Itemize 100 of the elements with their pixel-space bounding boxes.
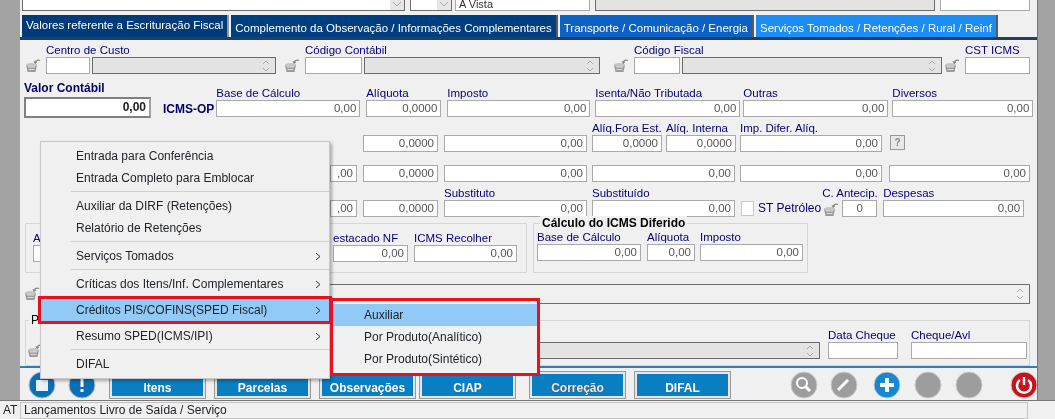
field-label: Alíq.Fora Est. <box>592 122 662 135</box>
caret-icon[interactable] <box>437 0 451 10</box>
field-label: Data Cheque <box>828 329 897 342</box>
input-field[interactable]: ,00 <box>330 165 357 182</box>
input-field[interactable]: 0,00 <box>892 100 1034 117</box>
tab[interactable]: Valores referente a Escrituração Fiscal <box>22 15 230 37</box>
input-field[interactable]: 0,0000 <box>366 100 442 117</box>
menu-item[interactable]: Auxiliar da DIRF (Retenções) <box>41 195 329 217</box>
input-field[interactable]: 0,00 <box>700 244 803 261</box>
menu-item[interactable]: Entrada Completo para Emblocar <box>41 167 329 189</box>
input-field[interactable]: 0,00 <box>592 200 735 217</box>
input-field[interactable]: 0,0000 <box>363 200 438 217</box>
tab[interactable]: Transporte / Comunicação / Energia <box>559 15 754 37</box>
input-field[interactable]: 0,0000 <box>363 165 438 182</box>
input-field[interactable] <box>828 342 898 359</box>
field-label: Valor Contábil <box>24 82 106 95</box>
spin-field[interactable] <box>682 57 942 74</box>
spinner-icon[interactable] <box>261 58 271 73</box>
field-label: Despesas <box>883 187 936 200</box>
input-field[interactable]: 0,00 <box>883 200 1025 217</box>
spinner-icon[interactable] <box>1015 287 1025 301</box>
input-field[interactable]: 0,00 <box>333 245 408 262</box>
field-label: Centro de Custo <box>46 44 130 57</box>
field-label: C. Antecip. <box>822 187 878 200</box>
input-field[interactable]: 0 <box>842 200 878 217</box>
input-field[interactable]: 0,00 <box>740 165 882 182</box>
input-field[interactable]: 0,00 <box>595 100 741 117</box>
menu-item[interactable]: Entrada para Conferência <box>41 145 329 167</box>
spin-field[interactable] <box>92 57 276 74</box>
checkbox-label[interactable]: ST Petróleo <box>758 202 822 215</box>
input-field[interactable]: 0,00 <box>444 165 587 182</box>
input-field[interactable]: 0,0000 <box>592 135 662 152</box>
field-label: Imp. Difer. Alíq. <box>740 122 819 135</box>
field-label: estacado NF <box>333 232 400 245</box>
menu-item[interactable]: Críticas dos Itens/Inf. Complementares <box>41 273 329 295</box>
basket-icon[interactable] <box>23 285 40 301</box>
field-label: Isenta/Não Tributada <box>595 87 704 100</box>
field-label: Alíq. Interna <box>666 122 729 135</box>
field-label: Base de Cálculo <box>537 231 622 244</box>
menu-item[interactable]: DIFAL <box>41 353 329 375</box>
input-field[interactable]: 0,0000 <box>363 135 438 152</box>
input-field[interactable]: A Vista <box>455 0 590 11</box>
input-field[interactable]: 0,00 <box>447 100 591 117</box>
field-label: ICMS-OP <box>163 103 215 116</box>
status-label: AT <box>2 402 19 419</box>
spinner-icon[interactable] <box>927 58 937 73</box>
input-field[interactable]: 0,00 <box>740 135 882 152</box>
input-field[interactable]: 0,00 <box>24 97 151 118</box>
dropdown-field[interactable] <box>410 0 452 11</box>
menu-item[interactable]: Relatório de Retenções <box>41 217 329 239</box>
field-label: Diversos <box>892 87 939 100</box>
input-field[interactable]: 0,00 <box>889 165 1030 182</box>
input-field[interactable] <box>965 57 1030 74</box>
status-message: Lançamentos Livro de Saída / Serviço <box>20 401 1028 419</box>
input-field[interactable]: 0,00 <box>444 200 587 217</box>
field-label: Código Fiscal <box>634 44 704 57</box>
basket-icon[interactable] <box>822 201 840 217</box>
dropdown-field[interactable] <box>22 0 405 11</box>
input-field[interactable]: 0,00 <box>592 165 735 182</box>
group-title: Cálculo do ICMS Diferido <box>540 216 688 230</box>
field-label: CST ICMS <box>965 44 1021 57</box>
input-field[interactable] <box>911 342 1027 359</box>
basket-icon[interactable] <box>24 57 41 73</box>
field-label: Substituído <box>592 187 651 200</box>
power-icon[interactable] <box>1010 371 1038 399</box>
input-field[interactable] <box>634 57 680 74</box>
menu-item[interactable]: Créditos PIS/COFINS(SPED Fiscal) <box>41 299 329 321</box>
input-field[interactable] <box>305 57 362 74</box>
spin-field[interactable] <box>364 57 600 74</box>
menu-item[interactable]: Auxiliar <box>333 304 537 326</box>
spinner-icon[interactable] <box>805 343 815 358</box>
field-label: Outras <box>743 87 779 100</box>
field-label: ICMS Recolher <box>414 232 493 245</box>
input-field[interactable]: 0,00 <box>647 244 695 261</box>
field-label: Alíquota <box>366 87 410 100</box>
spinner-icon[interactable] <box>585 58 595 73</box>
field-label: Cheque/Avl <box>911 329 972 342</box>
basket-icon[interactable] <box>943 57 960 73</box>
menu-item[interactable]: Por Produto(Analítico) <box>333 326 537 348</box>
input-field[interactable]: 0,00 <box>216 100 361 117</box>
add-icon[interactable] <box>873 371 901 399</box>
input-field[interactable]: ,00 <box>330 200 357 217</box>
input-field[interactable] <box>46 57 90 74</box>
input-field[interactable]: 0,0000 <box>666 135 736 152</box>
field-label: A <box>33 232 42 245</box>
input-field[interactable]: 0,00 <box>414 245 517 262</box>
input-field[interactable]: 0,00 <box>743 100 889 117</box>
input-field[interactable] <box>595 0 935 11</box>
menu-item[interactable]: Por Produto(Sintético) <box>333 348 537 370</box>
toolbar-button[interactable]: DIFAL <box>635 372 730 398</box>
input-field[interactable] <box>940 0 1030 11</box>
menu-item[interactable]: Serviços Tomados <box>41 245 329 267</box>
checkbox[interactable] <box>741 201 754 216</box>
input-field[interactable]: 0,00 <box>537 244 641 261</box>
caret-icon[interactable] <box>390 0 404 10</box>
basket-icon[interactable] <box>283 57 300 73</box>
basket-icon[interactable] <box>612 57 629 73</box>
tab[interactable]: Complemento da Observação / Informações Complementares <box>231 15 558 37</box>
input-field[interactable]: 0,00 <box>444 135 587 152</box>
menu-item[interactable]: Resumo SPED(ICMS/IPI) <box>41 325 329 347</box>
